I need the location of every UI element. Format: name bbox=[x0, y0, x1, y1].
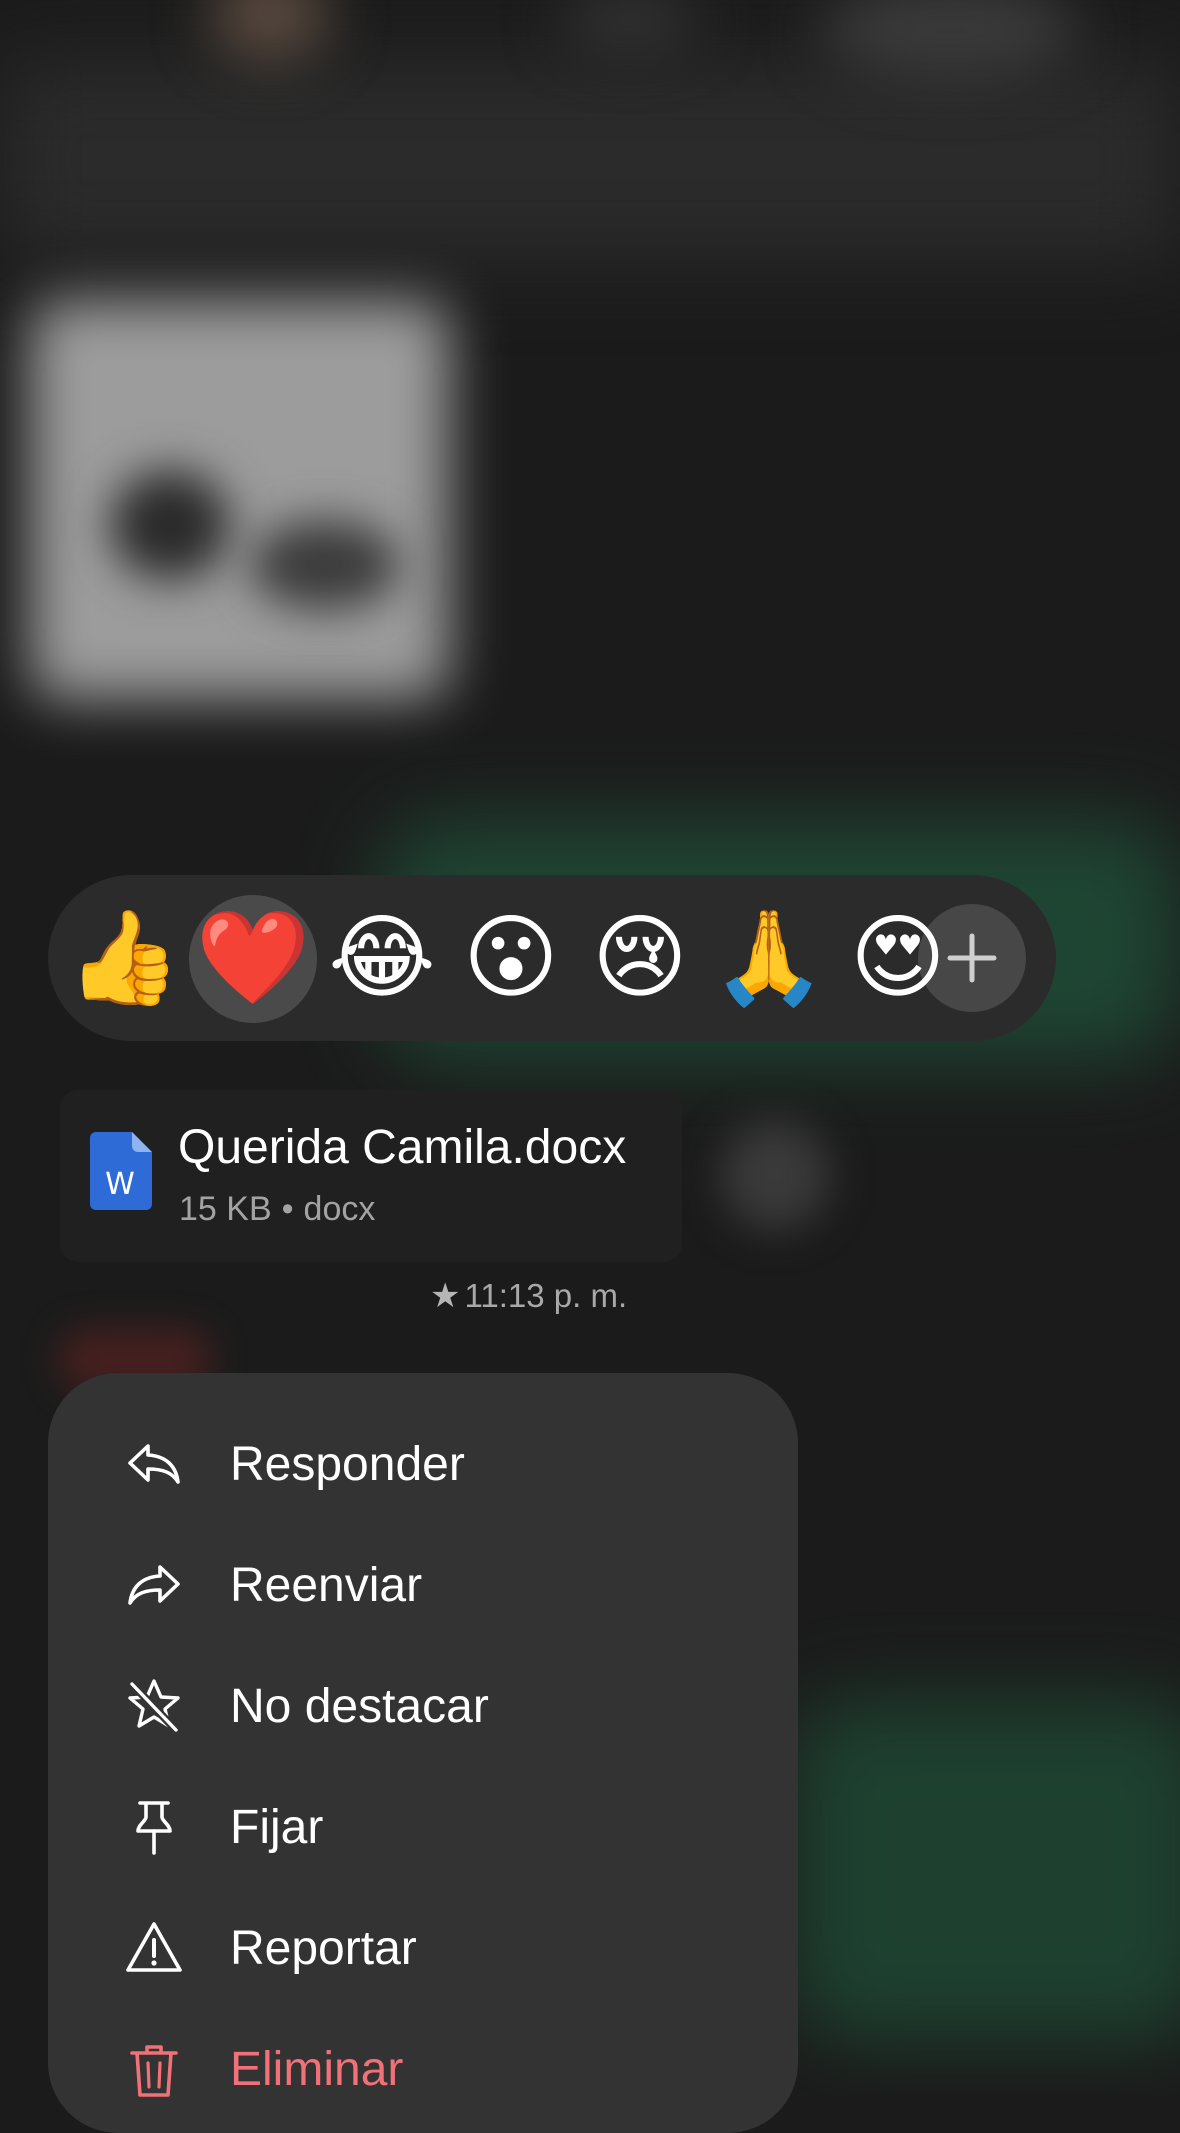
message-timestamp: ★ 11:13 p. m. bbox=[430, 1276, 627, 1316]
reaction-bar: 👍 ❤️ 😂 😮 😢 🙏 😍 bbox=[48, 875, 1056, 1041]
reaction-red-heart[interactable]: ❤️ bbox=[189, 875, 317, 1041]
reaction-thumbs-up[interactable]: 👍 bbox=[60, 875, 188, 1041]
warning-icon bbox=[126, 1922, 182, 1972]
blurred-photo-detail bbox=[250, 520, 400, 610]
blurred-circle bbox=[720, 1120, 830, 1230]
pin-icon bbox=[136, 1801, 172, 1855]
blurred-photo-detail bbox=[110, 470, 230, 580]
document-file-type: docx bbox=[303, 1190, 376, 1228]
menu-item-label: Fijar bbox=[230, 1801, 324, 1854]
plus-icon bbox=[947, 933, 997, 983]
menu-item-delete[interactable]: Eliminar bbox=[48, 2009, 798, 2130]
blurred-outgoing-bubble bbox=[790, 1700, 1180, 2040]
reaction-folded-hands[interactable]: 🙏 bbox=[705, 875, 833, 1041]
message-time: 11:13 p. m. bbox=[464, 1277, 628, 1314]
menu-item-label: Responder bbox=[230, 1438, 465, 1491]
blurred-header-shape bbox=[560, 0, 700, 50]
document-file-size: 15 KB bbox=[179, 1190, 272, 1228]
blurred-photo-message bbox=[30, 300, 450, 700]
reaction-crying[interactable]: 😢 bbox=[576, 875, 704, 1041]
document-message-bubble[interactable]: W Querida Camila.docx 15 KB • docx bbox=[60, 1090, 682, 1262]
menu-item-pin[interactable]: Fijar bbox=[48, 1767, 798, 1888]
meta-separator: • bbox=[281, 1190, 294, 1228]
trash-icon bbox=[130, 2045, 178, 2097]
menu-item-report[interactable]: Reportar bbox=[48, 1888, 798, 2009]
menu-item-label: Reenviar bbox=[230, 1559, 423, 1612]
message-context-menu: Responder Reenviar No destacar Fijar Rep… bbox=[48, 1373, 798, 2133]
word-document-letter: W bbox=[105, 1167, 135, 1202]
reaction-surprised[interactable]: 😮 bbox=[447, 875, 575, 1041]
document-file-name: Querida Camila.docx bbox=[178, 1121, 627, 1174]
forward-icon bbox=[128, 1565, 180, 1605]
menu-item-label: Eliminar bbox=[230, 2043, 404, 2096]
menu-item-forward[interactable]: Reenviar bbox=[48, 1525, 798, 1646]
menu-item-label: Reportar bbox=[230, 1922, 417, 1975]
blurred-header bbox=[0, 60, 1180, 260]
menu-item-unstar[interactable]: No destacar bbox=[48, 1646, 798, 1767]
menu-item-label: No destacar bbox=[230, 1680, 489, 1733]
document-file-meta: 15 KB • docx bbox=[179, 1190, 375, 1229]
word-document-icon: W bbox=[90, 1132, 152, 1210]
reaction-heart-eyes[interactable]: 😍 bbox=[834, 875, 962, 1041]
star-icon: ★ bbox=[430, 1277, 461, 1315]
unstar-icon bbox=[128, 1679, 180, 1733]
reaction-tears-of-joy[interactable]: 😂 bbox=[318, 875, 446, 1041]
menu-item-reply[interactable]: Responder bbox=[48, 1404, 798, 1525]
blurred-avatar bbox=[210, 0, 330, 60]
reply-icon bbox=[128, 1444, 180, 1484]
